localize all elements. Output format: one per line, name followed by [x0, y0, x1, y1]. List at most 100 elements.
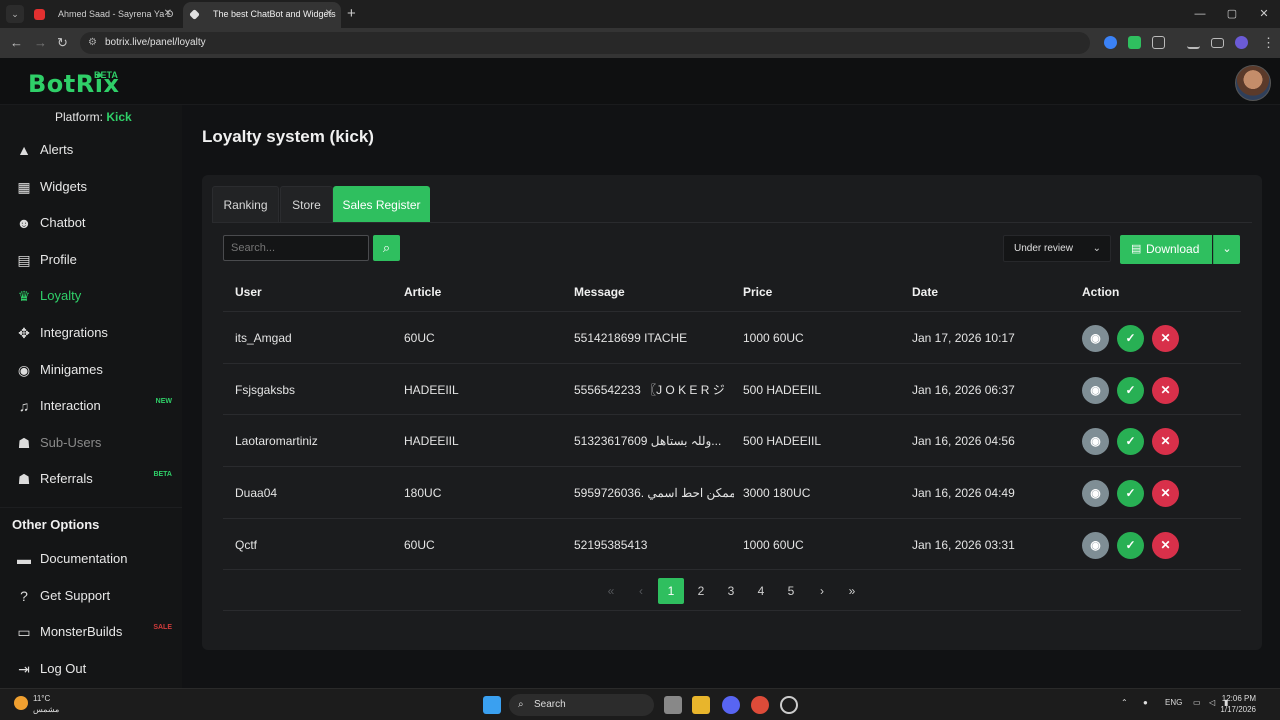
tab-search-button[interactable]: ⌄	[6, 5, 24, 23]
weather-desc: مشمس	[33, 705, 60, 714]
cell-price: 3000 180UC	[743, 486, 811, 501]
first-page-button[interactable]: «	[598, 578, 624, 604]
user-avatar[interactable]	[1235, 65, 1271, 101]
language-indicator[interactable]: ENG	[1165, 698, 1182, 707]
new-tab-button[interactable]: +	[347, 5, 356, 22]
tab-store[interactable]: Store	[280, 186, 333, 222]
sidebar-item-referrals[interactable]: ☗ Referrals BETA	[0, 461, 182, 497]
reload-icon[interactable]: ↻	[57, 35, 68, 51]
reject-button[interactable]: ✕	[1152, 531, 1179, 559]
close-icon: ✕	[1160, 434, 1171, 449]
page-3-button[interactable]: 3	[718, 578, 744, 604]
reject-button[interactable]: ✕	[1152, 325, 1179, 352]
weather-widget[interactable]: 11°C مشمس	[14, 693, 59, 715]
download-label: Download	[1146, 242, 1200, 256]
file-explorer-icon[interactable]	[692, 696, 710, 714]
page-1-button[interactable]: 1	[658, 578, 684, 604]
system-clock[interactable]: 12:06 PM 1/17/2026	[1220, 693, 1256, 715]
minimize-button[interactable]: —	[1184, 0, 1216, 28]
prev-page-button[interactable]: ‹	[628, 578, 654, 604]
kebab-menu-icon[interactable]: ⋮	[1262, 35, 1275, 51]
network-icon[interactable]: ▭	[1193, 698, 1201, 707]
sidebar-item-chatbot[interactable]: ☻ Chatbot	[0, 205, 182, 241]
download-icon[interactable]	[1187, 36, 1200, 49]
reject-button[interactable]: ✕	[1152, 480, 1179, 508]
monitor-icon: ▭	[17, 624, 31, 641]
profile-avatar-icon[interactable]	[1235, 36, 1248, 49]
approve-button[interactable]: ✓	[1117, 428, 1144, 456]
last-page-button[interactable]: »	[839, 578, 865, 604]
close-tab-icon[interactable]: ✕	[164, 2, 172, 26]
page-title: Loyalty system (kick)	[202, 127, 374, 146]
sidebar-item-log-out[interactable]: ⇥ Log Out	[0, 651, 182, 687]
clock-date: 1/17/2026	[1220, 705, 1256, 714]
chrome-icon[interactable]	[751, 696, 769, 714]
approve-button[interactable]: ✓	[1117, 376, 1144, 404]
browser-tab-botrix[interactable]: The best ChatBot and Widgets ✕	[183, 2, 341, 28]
tab-sales-register[interactable]: Sales Register	[333, 186, 430, 222]
windows-start-icon[interactable]	[483, 696, 501, 714]
sidebar-item-label: Chatbot	[40, 215, 86, 231]
forward-icon[interactable]: →	[34, 35, 47, 50]
approve-button[interactable]: ✓	[1117, 325, 1144, 352]
search-input[interactable]	[223, 235, 369, 261]
table-bottom-border	[223, 569, 1241, 570]
tab-ranking[interactable]: Ranking	[212, 186, 279, 222]
browser-tab-strip: ⌄ Ahmed Saad - Sayrena Ya D ✕ The best C…	[0, 0, 1280, 28]
book-icon: ▬	[17, 551, 31, 567]
browser-tab-youtube[interactable]: Ahmed Saad - Sayrena Ya D ✕	[28, 2, 180, 28]
extension-icon[interactable]	[1104, 36, 1117, 49]
url-bar[interactable]: ⚙ botrix.live/panel/loyalty	[80, 32, 1090, 54]
view-button[interactable]: ◉	[1082, 325, 1109, 352]
extensions-puzzle-icon[interactable]	[1152, 36, 1165, 49]
task-view-icon[interactable]	[664, 696, 682, 714]
platform-indicator: Platform: Kick	[55, 110, 132, 124]
close-window-button[interactable]: ✕	[1248, 0, 1280, 28]
view-button[interactable]: ◉	[1082, 480, 1109, 508]
page-2-button[interactable]: 2	[688, 578, 714, 604]
status-filter-select[interactable]: Under review ⌄	[1003, 235, 1111, 262]
sidebar-item-documentation[interactable]: ▬ Documentation	[0, 541, 182, 577]
sidebar-item-widgets[interactable]: ▦ Widgets	[0, 169, 182, 205]
sidebar-item-loyalty[interactable]: ♛ Loyalty	[0, 278, 182, 314]
taskbar-search[interactable]: ⌕ Search	[509, 694, 654, 716]
sidebar-item-alerts[interactable]: ▲ Alerts	[0, 132, 182, 168]
next-page-button[interactable]: ›	[809, 578, 835, 604]
cell-date: Jan 16, 2026 03:31	[912, 537, 1015, 552]
reading-list-icon[interactable]	[1211, 38, 1224, 48]
sidebar-item-monsterbuilds[interactable]: ▭ MonsterBuilds SALE	[0, 614, 182, 650]
download-button[interactable]: ▤ Download	[1120, 235, 1212, 264]
tray-chevron-icon[interactable]: ⌃	[1121, 698, 1128, 707]
extension-icon[interactable]	[1128, 36, 1141, 49]
sidebar-item-get-support[interactable]: ? Get Support	[0, 578, 182, 614]
sidebar-item-profile[interactable]: ▤ Profile	[0, 242, 182, 278]
maximize-button[interactable]: ▢	[1216, 0, 1248, 28]
reject-button[interactable]: ✕	[1152, 376, 1179, 404]
view-button[interactable]: ◉	[1082, 531, 1109, 559]
volume-icon[interactable]: ◁	[1209, 698, 1215, 707]
discord-icon[interactable]	[722, 696, 740, 714]
view-button[interactable]: ◉	[1082, 428, 1109, 456]
sidebar-item-interaction[interactable]: ♫ Interaction NEW	[0, 388, 182, 424]
approve-button[interactable]: ✓	[1117, 531, 1144, 559]
page-4-button[interactable]: 4	[748, 578, 774, 604]
view-button[interactable]: ◉	[1082, 376, 1109, 404]
approve-button[interactable]: ✓	[1117, 480, 1144, 508]
app-icon[interactable]	[780, 696, 798, 714]
microphone-icon[interactable]: ●	[1143, 698, 1148, 707]
sidebar-item-sub-users[interactable]: ☗ Sub-Users	[0, 425, 182, 461]
search-button[interactable]: ⌕	[373, 235, 400, 261]
logout-icon: ⇥	[18, 660, 30, 677]
back-icon[interactable]: ←	[10, 35, 23, 50]
sidebar-item-label: Interaction	[40, 398, 101, 414]
site-info-icon[interactable]: ⚙	[88, 32, 97, 54]
reject-button[interactable]: ✕	[1152, 428, 1179, 456]
check-icon: ✓	[1125, 434, 1136, 449]
download-options-toggle[interactable]: ⌄	[1213, 235, 1240, 264]
sidebar-item-integrations[interactable]: ✥ Integrations	[0, 315, 182, 351]
table-row: Qctf 60UC 52195385413 1000 60UC Jan 16, 2026…	[223, 517, 1241, 570]
sidebar-item-minigames[interactable]: ◉ Minigames	[0, 352, 182, 388]
page-5-button[interactable]: 5	[778, 578, 804, 604]
close-tab-icon[interactable]: ✕	[325, 2, 333, 26]
grid-icon: ▦	[17, 178, 31, 195]
